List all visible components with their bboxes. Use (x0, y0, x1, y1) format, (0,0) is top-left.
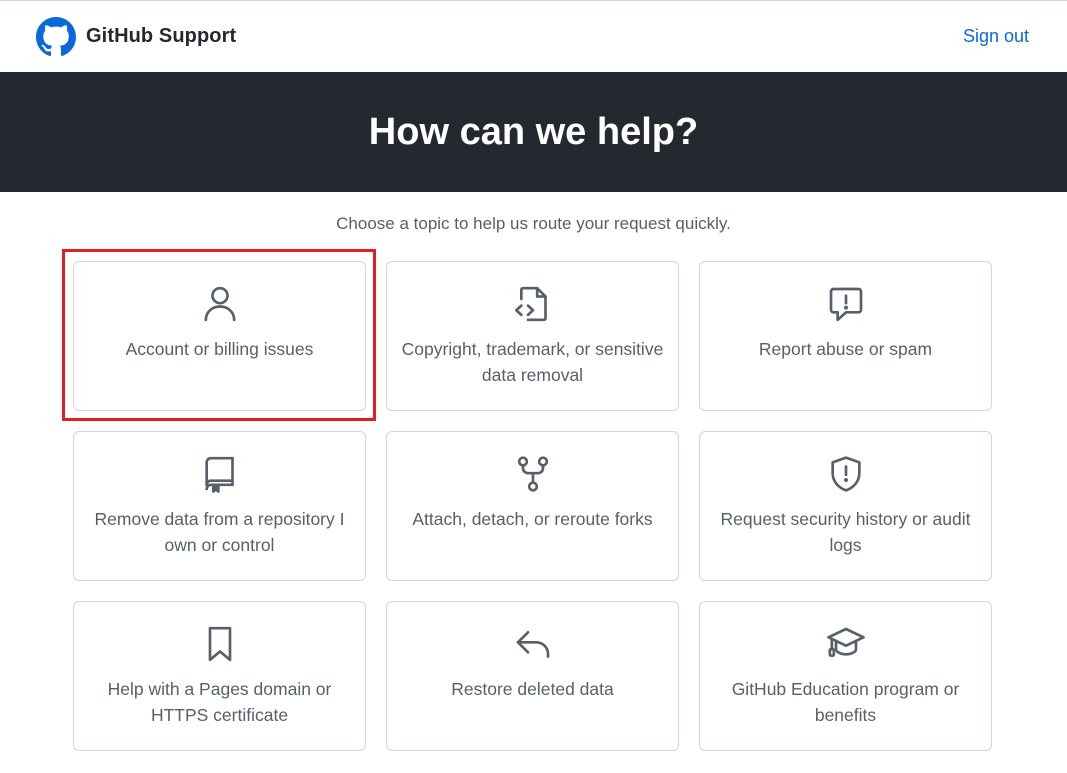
topic-card-report-abuse[interactable]: Report abuse or spam (699, 261, 992, 411)
repo-icon (200, 454, 240, 494)
sign-out-link[interactable]: Sign out (963, 26, 1029, 47)
topic-instructions: Choose a topic to help us route your req… (336, 214, 731, 233)
person-icon (200, 284, 240, 324)
topic-card-label: GitHub Education program or benefits (731, 679, 960, 725)
topic-card-label: Copyright, trademark, or sensitive data … (401, 339, 664, 385)
topic-card-forks[interactable]: Attach, detach, or reroute forks (386, 431, 679, 581)
topic-card-education[interactable]: GitHub Education program or benefits (699, 601, 992, 751)
topic-card-copyright[interactable]: Copyright, trademark, or sensitive data … (386, 261, 679, 411)
bookmark-icon (200, 624, 240, 664)
topic-card-label: Report abuse or spam (758, 339, 933, 359)
report-icon (826, 284, 866, 324)
top-header: GitHub Support Sign out (0, 0, 1067, 72)
brand[interactable]: GitHub Support (36, 16, 237, 57)
page-title: How can we help? (368, 110, 699, 153)
file-code-icon (513, 284, 553, 324)
topic-card-label: Help with a Pages domain or HTTPS certif… (107, 679, 332, 725)
github-logo-icon (36, 16, 76, 56)
topic-card-remove-repo-data[interactable]: Remove data from a repository I own or c… (73, 431, 366, 581)
repo-forked-icon (513, 454, 553, 494)
topic-card-restore-data[interactable]: Restore deleted data (386, 601, 679, 751)
brand-title: GitHub Support (86, 25, 237, 47)
hero-banner: How can we help? (0, 72, 1067, 192)
mortar-board-icon (826, 624, 866, 664)
topic-card-account-billing[interactable]: Account or billing issues (73, 261, 366, 411)
shield-icon (826, 454, 866, 494)
reply-icon (513, 624, 553, 664)
topic-card-label: Remove data from a repository I own or c… (94, 509, 345, 555)
topic-card-label: Restore deleted data (451, 679, 614, 699)
topic-card-label: Request security history or audit logs (720, 509, 971, 555)
topic-card-pages-domain[interactable]: Help with a Pages domain or HTTPS certif… (73, 601, 366, 751)
topic-card-security-audit[interactable]: Request security history or audit logs (699, 431, 992, 581)
topic-card-label: Attach, detach, or reroute forks (412, 509, 653, 529)
topic-card-label: Account or billing issues (125, 339, 314, 359)
